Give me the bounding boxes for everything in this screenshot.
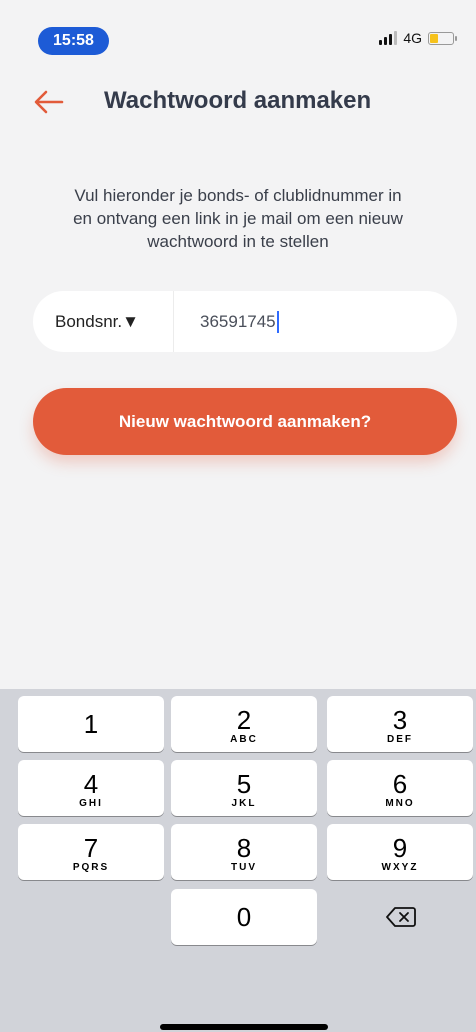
backspace-icon <box>386 907 416 927</box>
instruction-line: Vul hieronder je bonds- of clublidnummer… <box>74 186 402 205</box>
member-number-input[interactable]: 36591745 <box>174 310 457 333</box>
key-digit: 0 <box>236 902 252 932</box>
key-6[interactable]: 6 MNO <box>327 760 473 816</box>
numeric-keyboard: 1 2 ABC 3 DEF 4 GHI 5 JKL 6 MNO 7 PQRS 8 TUV 9W… <box>0 689 476 1032</box>
key-digit: 5 <box>236 769 252 799</box>
key-2[interactable]: 2 ABC <box>171 696 317 752</box>
back-arrow-icon[interactable] <box>32 88 64 116</box>
home-indicator <box>160 1024 328 1030</box>
instruction-text: Vul hieronder je bonds- of clublidnummer… <box>28 184 448 253</box>
key-7[interactable]: 7 PQRS <box>18 824 164 880</box>
instruction-line: wachtwoord in te stellen <box>147 232 329 251</box>
page-title: Wachtwoord aanmaken <box>104 87 372 114</box>
key-digit: 7 <box>83 833 99 863</box>
member-number-form: Bondsnr.▼ 36591745 <box>33 291 457 352</box>
key-letters: MNO <box>385 798 415 809</box>
key-digit: 9 <box>392 833 408 863</box>
key-4[interactable]: 4 GHI <box>18 760 164 816</box>
status-time: 15:58 <box>38 27 109 55</box>
key-letters: GHI <box>79 798 103 809</box>
key-digit: 6 <box>392 769 408 799</box>
network-type: 4G <box>403 30 422 46</box>
key-digit: 1 <box>83 709 99 739</box>
number-type-select[interactable]: Bondsnr.▼ <box>33 291 174 352</box>
key-letters: DEF <box>387 734 413 745</box>
key-1[interactable]: 1 <box>18 696 164 752</box>
text-caret <box>276 310 279 333</box>
status-bar: 15:58 4G <box>0 0 476 60</box>
instruction-line: en ontvang een link in je mail om een ni… <box>73 209 403 228</box>
delete-key[interactable] <box>328 889 474 945</box>
create-password-button[interactable]: Nieuw wachtwoord aanmaken? <box>33 388 457 455</box>
key-letters: WXYZ <box>381 862 419 873</box>
header: Wachtwoord aanmaken <box>0 78 476 128</box>
key-letters: JKL <box>231 798 257 809</box>
key-letters: TUV <box>231 862 257 873</box>
battery-icon <box>428 31 457 45</box>
key-letters: ABC <box>230 734 258 745</box>
status-icons: 4G <box>379 30 457 46</box>
key-digit: 4 <box>83 769 99 799</box>
key-0[interactable]: 0 <box>171 889 317 945</box>
key-digit: 3 <box>392 705 408 735</box>
key-9[interactable]: 9 WXYZ <box>327 824 473 880</box>
signal-icon <box>379 31 398 45</box>
key-digit: 8 <box>236 833 252 863</box>
key-5[interactable]: 5 JKL <box>171 760 317 816</box>
key-digit: 2 <box>236 705 252 735</box>
key-letters: PQRS <box>72 862 110 873</box>
key-3[interactable]: 3 DEF <box>327 696 473 752</box>
key-8[interactable]: 8 TUV <box>171 824 317 880</box>
member-number-value: 36591745 <box>200 311 276 331</box>
